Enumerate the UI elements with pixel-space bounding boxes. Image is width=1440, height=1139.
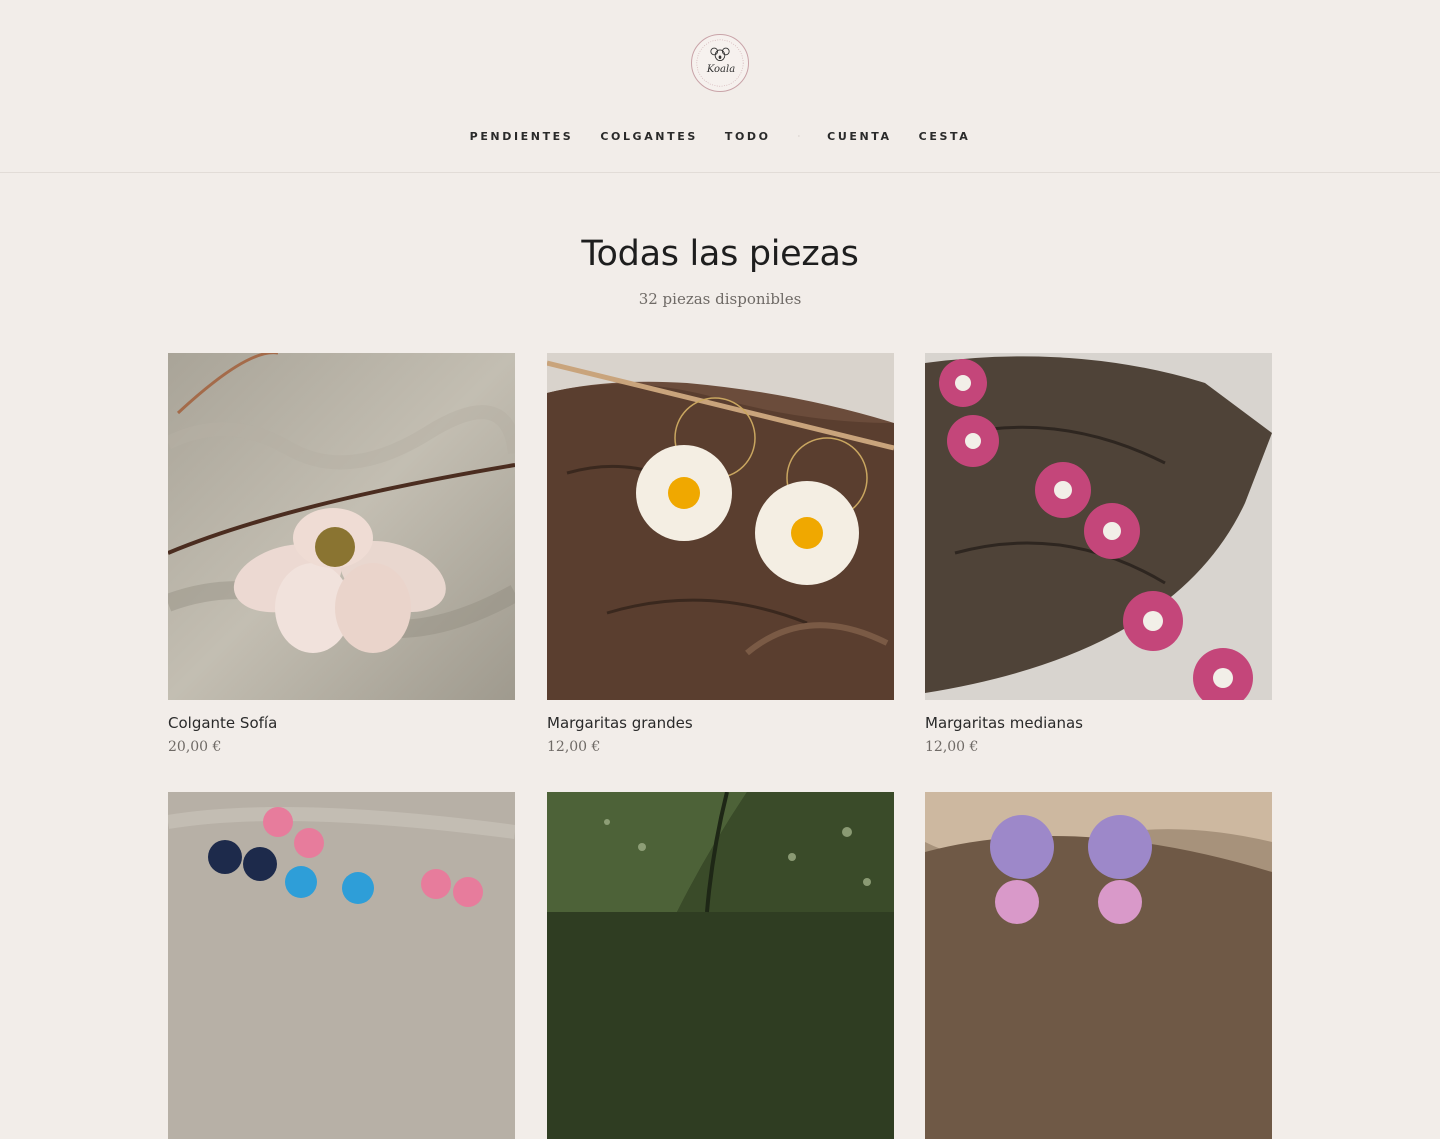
nav-pendientes[interactable]: PENDIENTES (470, 130, 574, 143)
daisy-earrings-photo-icon[interactable] (547, 353, 894, 700)
product-name: Colgante Sofía (168, 714, 278, 732)
product-card[interactable] (547, 792, 894, 1139)
product-name: Margaritas medianas (925, 714, 1083, 732)
product-card[interactable]: Margaritas medianas 12,00 € (925, 353, 1272, 755)
leaf-earrings-photo-icon[interactable] (547, 792, 894, 1139)
brand-logo[interactable]: Koala (691, 34, 749, 92)
product-price: 20,00 € (168, 739, 222, 755)
purple-drop-earrings-photo-icon[interactable] (925, 792, 1272, 1139)
pink-daisy-earrings-photo-icon[interactable] (925, 353, 1272, 700)
nav-colgantes[interactable]: COLGANTES (600, 130, 698, 143)
koala-logo-icon (696, 39, 744, 87)
nav-cesta[interactable]: CESTA (919, 130, 971, 143)
flower-pendant-photo-icon[interactable] (168, 353, 515, 700)
product-price: 12,00 € (547, 739, 601, 755)
product-name: Margaritas grandes (547, 714, 693, 732)
product-card[interactable]: Margaritas grandes 12,00 € (547, 353, 894, 755)
product-card[interactable] (925, 792, 1272, 1139)
product-count: 32 piezas disponibles (638, 290, 802, 308)
page-title: Todas las piezas (581, 234, 859, 274)
mini-flower-studs-photo-icon[interactable] (168, 792, 515, 1139)
nav-separator: · (797, 131, 801, 141)
nav-cuenta[interactable]: CUENTA (827, 130, 892, 143)
nav-todo[interactable]: TODO (725, 130, 771, 143)
site-header: Koala PENDIENTES COLGANTES TODO · CUENTA… (0, 0, 1440, 173)
product-card[interactable] (168, 792, 515, 1139)
logo-text: Koala (706, 64, 736, 75)
main-nav: PENDIENTES COLGANTES TODO · CUENTA CESTA (0, 128, 1440, 144)
product-card[interactable]: Colgante Sofía 20,00 € (168, 353, 515, 755)
product-price: 12,00 € (925, 739, 979, 755)
